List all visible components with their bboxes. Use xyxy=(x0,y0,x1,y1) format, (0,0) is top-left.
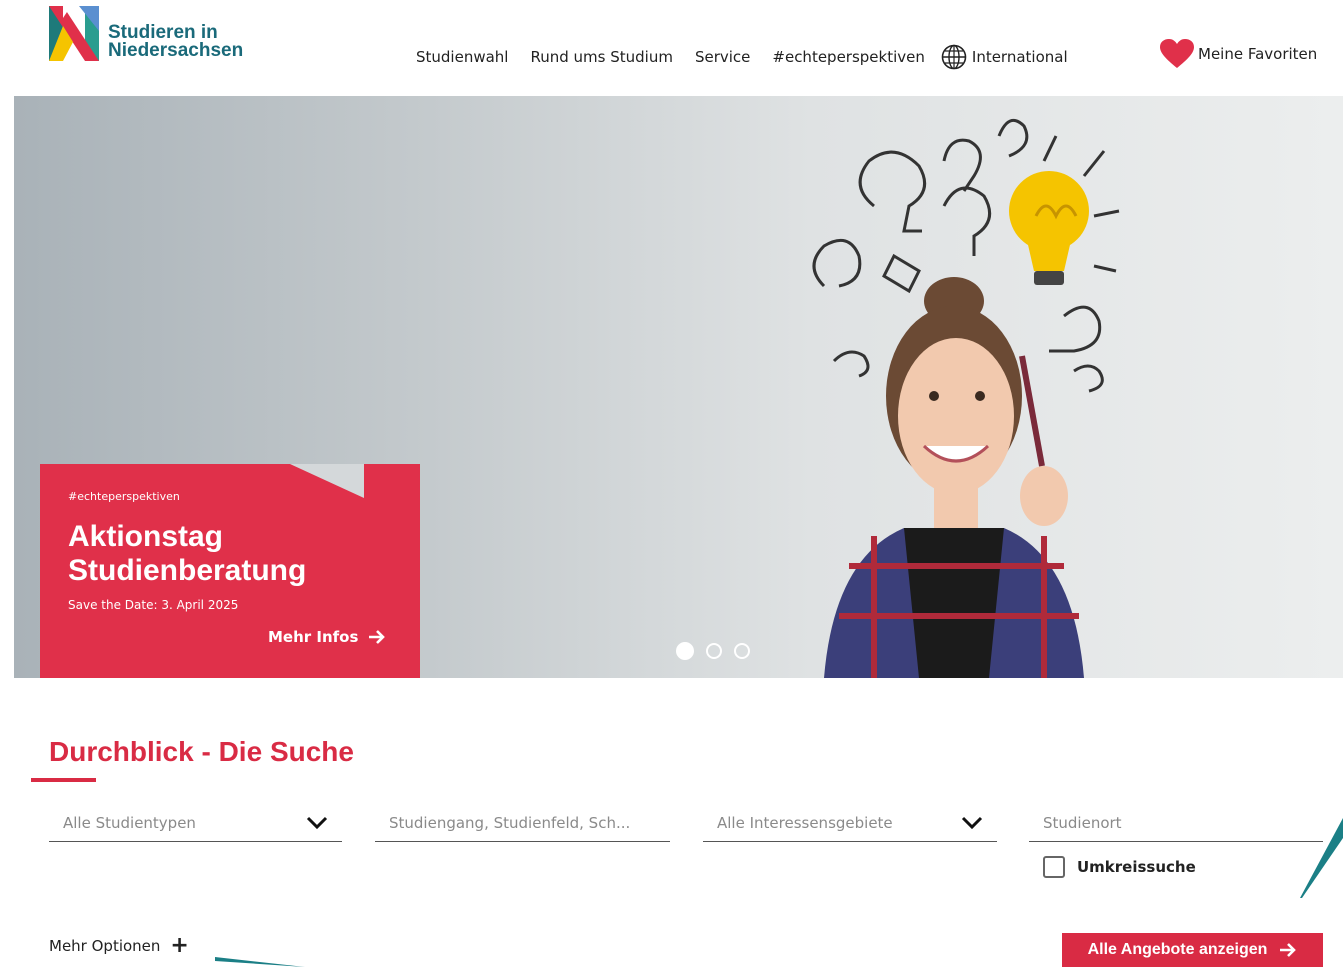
carousel-dots xyxy=(676,642,762,660)
favorites-label: Meine Favoriten xyxy=(1198,45,1318,63)
radius-search-option[interactable]: Umkreissuche xyxy=(1043,856,1196,878)
radius-search-checkbox[interactable] xyxy=(1043,856,1065,878)
promo-corner-notch xyxy=(290,464,364,498)
promo-tag: #echteperspektiven xyxy=(68,490,180,503)
site-header: Studieren in Niedersachsen Studienwahl R… xyxy=(0,0,1343,96)
arrow-right-icon xyxy=(369,630,386,644)
interest-select[interactable]: Alle Interessensgebiete xyxy=(703,806,997,842)
main-nav: Studienwahl Rund ums Studium Service #ec… xyxy=(416,44,1090,70)
search-section-title: Durchblick - Die Suche xyxy=(49,736,354,767)
logo-line-2: Niedersachsen xyxy=(108,40,244,61)
nav-item-studienwahl[interactable]: Studienwahl xyxy=(416,48,508,66)
logo-mark-icon xyxy=(49,6,99,61)
decorative-teal-stroke xyxy=(215,957,305,967)
promo-title-line-2: Studienberatung xyxy=(68,554,307,587)
location-input[interactable]: Studienort xyxy=(1029,806,1323,842)
favorites-link[interactable]: Meine Favoriten xyxy=(1160,39,1317,69)
location-placeholder: Studienort xyxy=(1043,814,1122,832)
nav-item-service[interactable]: Service xyxy=(695,48,750,66)
heart-icon xyxy=(1160,39,1194,68)
promo-title-line-1: Aktionstag xyxy=(68,520,224,553)
radius-search-label: Umkreissuche xyxy=(1077,858,1196,876)
hero-carousel: #echteperspektiven Aktionstag Studienber… xyxy=(14,96,1343,678)
student-thinking-illustration xyxy=(812,118,1120,678)
hero-promo-card: #echteperspektiven Aktionstag Studienber… xyxy=(40,464,420,678)
program-search-placeholder: Studiengang, Studienfeld, Sch... xyxy=(389,814,631,832)
chevron-down-icon xyxy=(961,816,983,830)
promo-subtitle: Save the Date: 3. April 2025 xyxy=(68,598,239,612)
nav-item-echteperspektiven[interactable]: #echteperspektiven xyxy=(772,48,925,66)
program-search-input[interactable]: Studiengang, Studienfeld, Sch... xyxy=(375,806,670,842)
title-underline xyxy=(31,778,96,782)
nav-item-rund-ums-studium[interactable]: Rund ums Studium xyxy=(530,48,672,66)
more-options-toggle[interactable]: Mehr Optionen + xyxy=(49,933,189,958)
carousel-dot-1[interactable] xyxy=(676,642,694,660)
nav-international-label: International xyxy=(971,48,1068,66)
carousel-dot-2[interactable] xyxy=(706,643,722,659)
arrow-right-icon xyxy=(1280,943,1297,957)
nav-item-international[interactable]: International xyxy=(941,44,1068,70)
site-logo[interactable]: Studieren in Niedersachsen xyxy=(49,6,243,61)
chevron-down-icon xyxy=(306,816,328,830)
more-options-label: Mehr Optionen xyxy=(49,937,161,955)
lightbulb-icon xyxy=(1009,171,1089,285)
carousel-dot-3[interactable] xyxy=(734,643,750,659)
promo-more-info-link[interactable]: Mehr Infos xyxy=(268,628,386,646)
globe-icon xyxy=(941,44,967,70)
promo-title: Aktionstag Studienberatung xyxy=(68,520,306,588)
logo-text: Studieren in Niedersachsen xyxy=(108,23,244,61)
study-type-value: Alle Studientypen xyxy=(63,814,196,832)
show-all-offers-label: Alle Angebote anzeigen xyxy=(1087,941,1268,958)
study-type-select[interactable]: Alle Studientypen xyxy=(49,806,342,842)
show-all-offers-button[interactable]: Alle Angebote anzeigen xyxy=(1062,933,1323,967)
promo-more-label: Mehr Infos xyxy=(268,628,359,646)
plus-icon: + xyxy=(170,933,189,958)
interest-value: Alle Interessensgebiete xyxy=(717,814,893,832)
